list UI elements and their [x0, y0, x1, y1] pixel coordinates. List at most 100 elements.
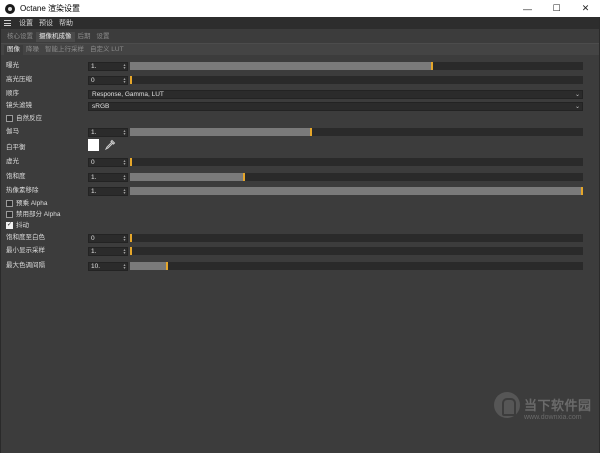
vignetting-input[interactable]: 0 ▲ ▼ — [88, 158, 128, 167]
param-row-max-tonemap-interval: 最大色调间隔 10. ▲ ▼ — [0, 261, 600, 271]
slider-handle[interactable] — [130, 234, 132, 242]
highlight-compression-slider[interactable] — [130, 76, 583, 84]
disable-partial-alpha-checkbox[interactable] — [6, 211, 13, 218]
tab-denoise[interactable]: 降噪 — [23, 45, 42, 55]
downxia-logo-icon — [494, 392, 520, 418]
saturate-to-white-slider[interactable] — [130, 234, 583, 242]
primary-tabs: 核心设置 摄像机成像 后期 设置 — [1, 31, 599, 42]
tab-settings[interactable]: 设置 — [94, 32, 113, 42]
param-row-order: 顺序 Response, Gamma, LUT ⌄ — [0, 89, 600, 99]
menu-bar: 设置 预设 帮助 — [1, 17, 599, 29]
white-balance-swatch[interactable] — [88, 139, 99, 151]
chevron-down-icon[interactable]: ⌄ — [573, 103, 582, 110]
param-row-natural-response: 自然反应 — [0, 114, 600, 124]
hot-pixel-removal-input[interactable]: 1. ▲ ▼ — [88, 187, 128, 196]
param-label: 最大色调间隔 — [6, 262, 45, 269]
slider-handle[interactable] — [310, 128, 312, 136]
spinner-icon[interactable]: ▲ ▼ — [122, 263, 127, 270]
slider-handle[interactable] — [130, 247, 132, 255]
tab-kernel-settings[interactable]: 核心设置 — [4, 32, 36, 42]
watermark-brand: 当下软件园 — [524, 398, 592, 413]
param-row-exposure: 曝光 1. ▲ ▼ — [0, 61, 600, 71]
watermark: 当下软件园 www.downxia.com — [494, 390, 594, 440]
slider-handle[interactable] — [130, 158, 132, 166]
saturate-to-white-input[interactable]: 0 ▲ ▼ — [88, 234, 128, 243]
spinner-icon[interactable]: ▲ ▼ — [122, 129, 127, 136]
param-label: 镜头滤镜 — [6, 102, 32, 109]
highlight-compression-input[interactable]: 0 ▲ ▼ — [88, 76, 128, 85]
spinner-icon[interactable]: ▲ ▼ — [122, 77, 127, 84]
max-tonemap-interval-input[interactable]: 10. ▲ ▼ — [88, 262, 128, 271]
eyedropper-icon[interactable] — [104, 139, 116, 151]
close-button[interactable]: ✕ — [571, 0, 600, 17]
octane-app-icon — [5, 3, 15, 14]
checkbox-label: 自然反应 — [16, 115, 42, 122]
param-label: 顺序 — [6, 90, 19, 97]
spinner-icon[interactable]: ▲ ▼ — [122, 63, 127, 70]
param-row-gamma: 伽马 1. ▲ ▼ — [0, 127, 600, 137]
param-row-hot-pixel-removal: 热像素移除 1. ▲ ▼ — [0, 186, 600, 196]
param-label: 热像素移除 — [6, 187, 39, 194]
watermark-url: www.downxia.com — [524, 414, 582, 421]
vignetting-slider[interactable] — [130, 158, 583, 166]
premultiplied-alpha-checkbox[interactable] — [6, 200, 13, 207]
param-row-highlight-compression: 高光压缩 0 ▲ ▼ — [0, 75, 600, 85]
min-display-samples-input[interactable]: 1. ▲ ▼ — [88, 247, 128, 256]
spinner-icon[interactable]: ▲ ▼ — [122, 159, 127, 166]
checkbox-label: 预乘 Alpha — [16, 200, 48, 207]
exposure-input[interactable]: 1. ▲ ▼ — [88, 62, 128, 71]
param-label: 白平衡 — [6, 144, 26, 151]
gamma-input[interactable]: 1. ▲ ▼ — [88, 128, 128, 137]
spinner-icon[interactable]: ▲ ▼ — [122, 248, 127, 255]
minimize-button[interactable]: — — [513, 0, 542, 17]
tab-ai-upsampler[interactable]: 智能上行采样 — [42, 45, 87, 55]
saturation-slider[interactable] — [130, 173, 583, 181]
title-bar: Octane 渲染设置 — ☐ ✕ — [0, 0, 600, 17]
hot-pixel-removal-slider[interactable] — [130, 187, 583, 195]
order-dropdown[interactable]: Response, Gamma, LUT ⌄ — [88, 90, 583, 99]
exposure-slider[interactable] — [130, 62, 583, 70]
slider-handle[interactable] — [166, 262, 168, 270]
hamburger-menu-icon[interactable] — [1, 17, 13, 29]
secondary-tabs: 图像 降噪 智能上行采样 自定义 LUT — [1, 43, 599, 55]
slider-handle[interactable] — [581, 187, 583, 195]
tab-camera-imager[interactable]: 摄像机成像 — [36, 32, 75, 42]
maximize-button[interactable]: ☐ — [542, 0, 571, 17]
chevron-down-icon[interactable]: ⌄ — [573, 91, 582, 98]
param-row-vignetting: 虚光 0 ▲ ▼ — [0, 157, 600, 167]
dithering-checkbox[interactable]: ✓ — [6, 222, 13, 229]
menu-settings[interactable]: 设置 — [19, 18, 33, 28]
checkbox-label: 禁用部分 Alpha — [16, 211, 61, 218]
spinner-icon[interactable]: ▲ ▼ — [122, 188, 127, 195]
param-row-saturation: 饱和度 1. ▲ ▼ — [0, 172, 600, 182]
param-label: 虚光 — [6, 158, 19, 165]
slider-handle[interactable] — [431, 62, 433, 70]
param-label: 高光压缩 — [6, 76, 32, 83]
min-display-samples-slider[interactable] — [130, 247, 583, 255]
natural-response-checkbox[interactable] — [6, 115, 13, 122]
param-label: 最小显示采样 — [6, 247, 45, 254]
param-row-camera-filter: 镜头滤镜 sRGB ⌄ — [0, 101, 600, 111]
gamma-slider[interactable] — [130, 128, 583, 136]
spinner-icon[interactable]: ▲ ▼ — [122, 235, 127, 242]
param-row-dithering: ✓ 抖动 — [0, 221, 600, 231]
param-row-premultiplied-alpha: 预乘 Alpha — [0, 199, 600, 209]
param-label: 饱和度至白色 — [6, 234, 45, 241]
spinner-icon[interactable]: ▲ ▼ — [122, 174, 127, 181]
param-row-saturate-to-white: 饱和度至白色 0 ▲ ▼ — [0, 233, 600, 243]
window-title: Octane 渲染设置 — [20, 4, 81, 13]
slider-handle[interactable] — [243, 173, 245, 181]
tab-post[interactable]: 后期 — [75, 32, 94, 42]
tab-custom-lut[interactable]: 自定义 LUT — [87, 45, 127, 55]
max-tonemap-interval-slider[interactable] — [130, 262, 583, 270]
param-label: 伽马 — [6, 128, 19, 135]
menu-presets[interactable]: 预设 — [39, 18, 53, 28]
tab-image[interactable]: 图像 — [4, 45, 23, 55]
param-label: 曝光 — [6, 62, 19, 69]
camera-filter-dropdown[interactable]: sRGB ⌄ — [88, 102, 583, 111]
slider-handle[interactable] — [130, 76, 132, 84]
param-label: 饱和度 — [6, 173, 26, 180]
saturation-input[interactable]: 1. ▲ ▼ — [88, 173, 128, 182]
param-row-min-display-samples: 最小显示采样 1. ▲ ▼ — [0, 246, 600, 256]
menu-help[interactable]: 帮助 — [59, 18, 73, 28]
